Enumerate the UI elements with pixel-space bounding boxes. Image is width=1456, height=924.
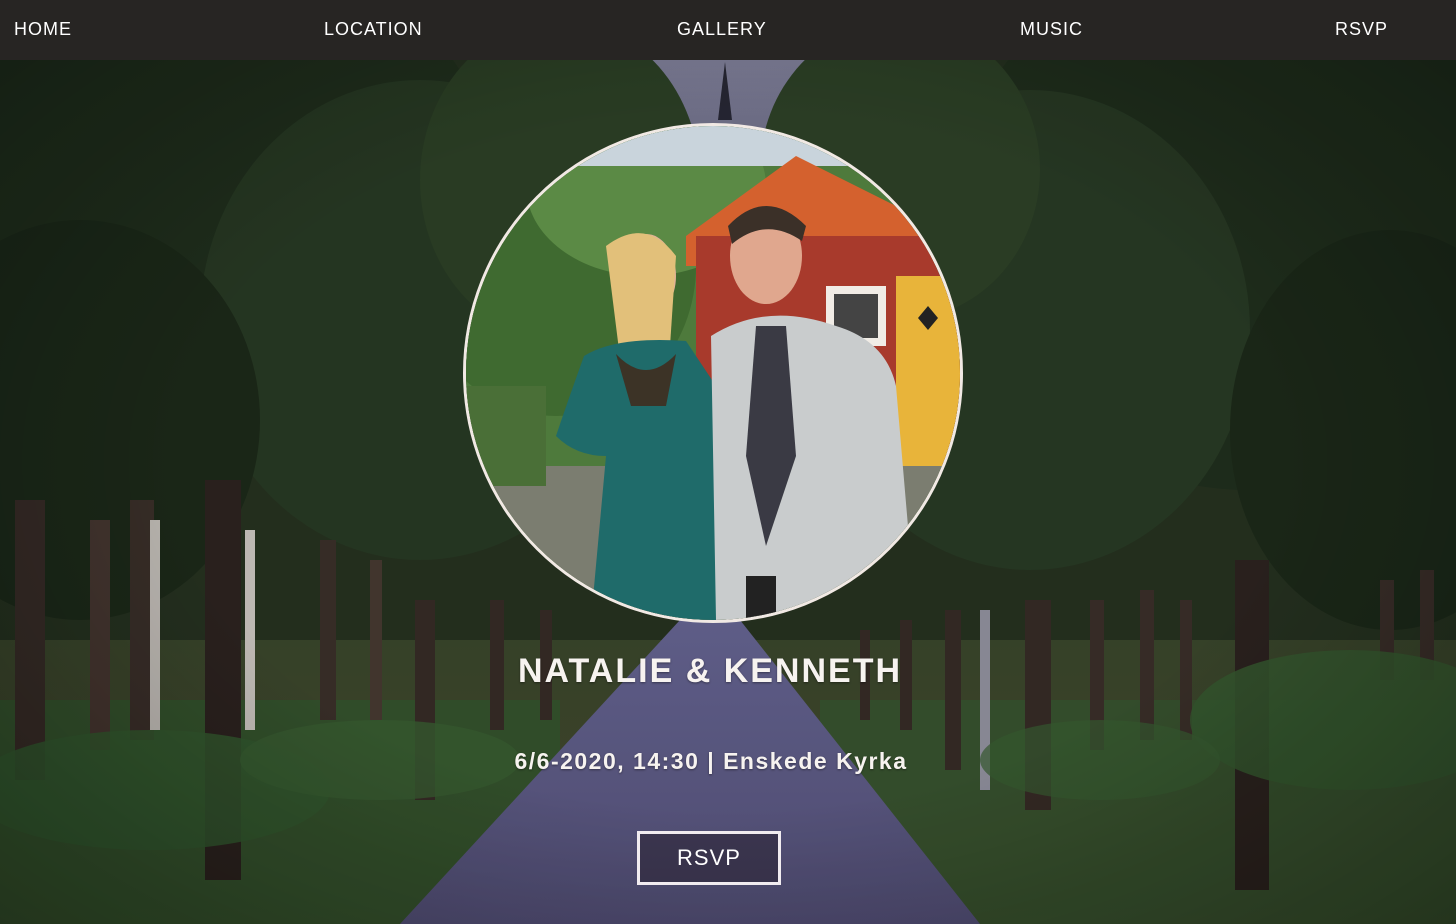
rsvp-button[interactable]: RSVP: [637, 831, 781, 885]
event-date-location: 6/6-2020, 14:30 | Enskede Kyrka: [514, 748, 908, 774]
nav-home[interactable]: HOME: [14, 19, 72, 39]
nav-rsvp[interactable]: RSVP: [1335, 19, 1388, 39]
couple-photo: [463, 123, 963, 623]
nav-location[interactable]: LOCATION: [324, 19, 423, 39]
nav-gallery[interactable]: GALLERY: [677, 19, 767, 39]
wedding-page: HOME LOCATION GALLERY MUSIC RSVP NATALIE…: [0, 0, 1456, 924]
couple-names-heading: NATALIE & KENNETH: [517, 652, 903, 690]
nav-music[interactable]: MUSIC: [1020, 19, 1083, 39]
top-navigation-bar: HOME LOCATION GALLERY MUSIC RSVP: [0, 0, 1456, 60]
couple-photo-illustration: [466, 126, 960, 620]
